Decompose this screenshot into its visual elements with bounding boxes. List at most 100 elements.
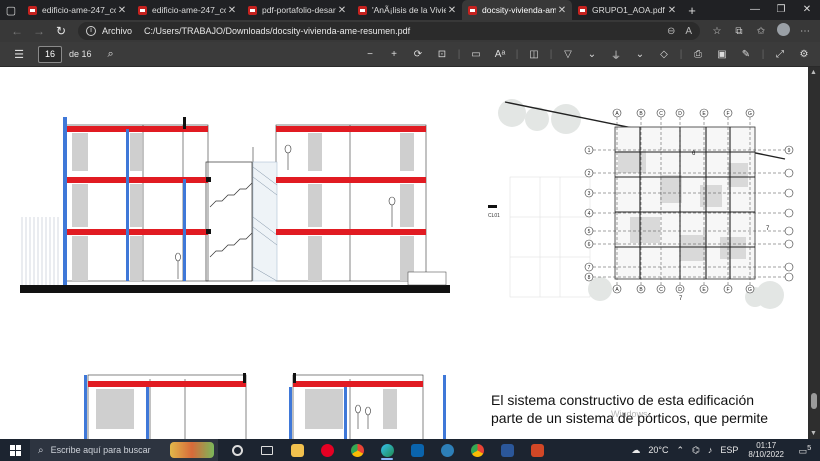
zoom-in-icon[interactable]: + (382, 49, 406, 60)
start-button[interactable] (0, 439, 30, 461)
clock-time: 01:17 (756, 441, 777, 450)
tab-1[interactable]: edificio-ame-247_com✕ (22, 0, 132, 20)
file-explorer-icon[interactable] (282, 439, 312, 461)
settings-gear-icon[interactable]: ⚙ (792, 49, 816, 60)
scrollbar-thumb[interactable] (811, 393, 817, 409)
more-menu-icon[interactable]: ⋯ (794, 26, 816, 37)
fullscreen-icon[interactable]: ⤢ (768, 49, 792, 60)
forward-icon[interactable]: → (28, 24, 50, 38)
highlight-icon[interactable]: ⏚ (604, 47, 628, 62)
clock-date: 8/10/2022 (748, 450, 784, 459)
plan-axis-side-4: 4 (588, 211, 591, 217)
scroll-down-arrow-icon[interactable]: ▼ (810, 430, 817, 437)
fit-page-icon[interactable]: ⊡ (430, 49, 454, 60)
volume-icon[interactable]: ♪ (708, 445, 713, 455)
close-window-icon[interactable]: ✕ (794, 0, 820, 20)
info-icon[interactable]: i (86, 26, 96, 36)
search-icon[interactable]: ⌕ (100, 48, 122, 61)
reload-icon[interactable]: ↻ (50, 24, 72, 38)
erase-icon[interactable]: ◇ (652, 49, 676, 60)
clock[interactable]: 01:17 8/10/2022 (748, 441, 784, 459)
search-highlight-image (170, 442, 214, 458)
zoom-out-icon[interactable]: − (358, 49, 382, 60)
chrome-profile-icon[interactable] (462, 439, 492, 461)
windows-logo-icon (9, 444, 21, 456)
mail-icon[interactable] (402, 439, 432, 461)
pdf-favicon-icon (358, 5, 367, 15)
search-icon: ⌕ (38, 444, 44, 456)
immersive-reader-icon[interactable]: ◫ (522, 49, 546, 60)
tab-close-icon[interactable]: ✕ (666, 5, 678, 16)
temperature-label[interactable]: 20°C (648, 445, 668, 455)
separator: | (515, 49, 519, 60)
pdf-favicon-icon (468, 5, 477, 15)
pinterest-icon[interactable] (312, 439, 342, 461)
scroll-up-arrow-icon[interactable]: ▲ (810, 69, 817, 76)
new-tab-button[interactable]: + (682, 3, 702, 18)
pdf-viewport[interactable]: A B C D E F G 1 2 3 4 5 6 7 8 9 A B C D … (0, 67, 820, 439)
favorites-bar-icon[interactable]: ✩ (750, 26, 772, 37)
table-of-contents-icon[interactable]: ☰ (8, 48, 30, 61)
taskbar-search[interactable]: ⌕ Escribe aquí para buscar (30, 439, 218, 461)
plan-axis-side-8: 8 (588, 275, 591, 281)
plan-axis-top-F: F (726, 111, 729, 117)
tab-close-icon[interactable]: ✕ (226, 5, 238, 16)
chrome-icon[interactable] (342, 439, 372, 461)
task-view-icon[interactable] (252, 439, 282, 461)
tab-actions-icon[interactable]: ▢ (0, 0, 22, 20)
building-section-drawing (20, 117, 450, 293)
draw-options-icon[interactable]: ⌄ (580, 49, 604, 60)
separator: | (549, 49, 553, 60)
powerpoint-icon[interactable] (522, 439, 552, 461)
browser-actions: ☆ ⧉ ✩ ⋯ (706, 23, 816, 39)
page-number-input[interactable]: 16 (38, 45, 62, 63)
edge-icon[interactable] (372, 439, 402, 461)
collections-icon[interactable]: ⧉ (728, 26, 750, 37)
save-as-icon[interactable]: ✎ (734, 49, 758, 60)
tab-2[interactable]: edificio-ame-247_com✕ (132, 0, 242, 20)
app-icon[interactable] (432, 439, 462, 461)
tab-close-icon[interactable]: ✕ (116, 5, 128, 16)
tray-chevron-icon[interactable]: ⌃ (676, 445, 684, 456)
tab-5-active[interactable]: docsity-vivienda-ame-✕ (462, 0, 572, 20)
pdf-favicon-icon (138, 5, 147, 15)
read-aloud-icon[interactable]: A (685, 26, 692, 37)
draw-icon[interactable]: ▽ (556, 49, 580, 60)
tab-4[interactable]: 'AnÃ¡lisis de la Vivienc✕ (352, 0, 462, 20)
read-aloud-icon[interactable]: Aᵃ (488, 49, 512, 60)
tab-close-icon[interactable]: ✕ (336, 5, 348, 16)
plan-axis-top-G: G (748, 111, 752, 117)
network-icon[interactable]: ⌬ (692, 445, 700, 456)
minimize-icon[interactable]: — (742, 0, 768, 20)
save-icon[interactable]: ▣ (710, 49, 734, 60)
vertical-scrollbar[interactable]: ▲ ▼ (808, 67, 820, 439)
print-icon[interactable]: ⎙ (686, 49, 710, 60)
url-text[interactable]: C:/Users/TRABAJO/Downloads/docsity-vivie… (144, 26, 657, 36)
highlight-options-icon[interactable]: ⌄ (628, 49, 652, 60)
back-icon[interactable]: ← (6, 24, 28, 38)
address-bar[interactable]: i Archivo C:/Users/TRABAJO/Downloads/doc… (78, 22, 700, 40)
cortana-icon[interactable] (222, 439, 252, 461)
restore-icon[interactable]: ❐ (768, 0, 794, 20)
zoom-icon[interactable]: ⊖ (667, 26, 675, 37)
language-indicator[interactable]: ESP (720, 445, 738, 455)
tab-3[interactable]: pdf-portafolio-desarro ✕ (242, 0, 352, 20)
weather-cloud-icon[interactable]: ☁ (631, 445, 640, 456)
pdf-favicon-icon (578, 5, 587, 15)
page-view-icon[interactable]: ▭ (464, 49, 488, 60)
plan-axis-top-C: C (659, 111, 663, 117)
separator: | (761, 49, 765, 60)
document-caption: El sistema constructivo de esta edificac… (491, 391, 791, 427)
plan-axis-top-D: D (678, 111, 682, 117)
notifications-icon[interactable]: ▭5 (794, 443, 816, 457)
address-toolbar: ← → ↻ i Archivo C:/Users/TRABAJO/Downloa… (0, 20, 820, 42)
pdf-page: A B C D E F G 1 2 3 4 5 6 7 8 9 A B C D … (0, 67, 808, 439)
tab-close-icon[interactable]: ✕ (556, 5, 568, 16)
favorites-icon[interactable]: ☆ (706, 26, 728, 37)
profile-avatar[interactable] (772, 23, 794, 39)
tab-6[interactable]: GRUPO1_AOA.pdf ✕ (572, 0, 682, 20)
rotate-icon[interactable]: ⟳ (406, 49, 430, 60)
word-icon[interactable] (492, 439, 522, 461)
plan-section-label: CL01 (488, 213, 500, 219)
tab-close-icon[interactable]: ✕ (446, 5, 458, 16)
